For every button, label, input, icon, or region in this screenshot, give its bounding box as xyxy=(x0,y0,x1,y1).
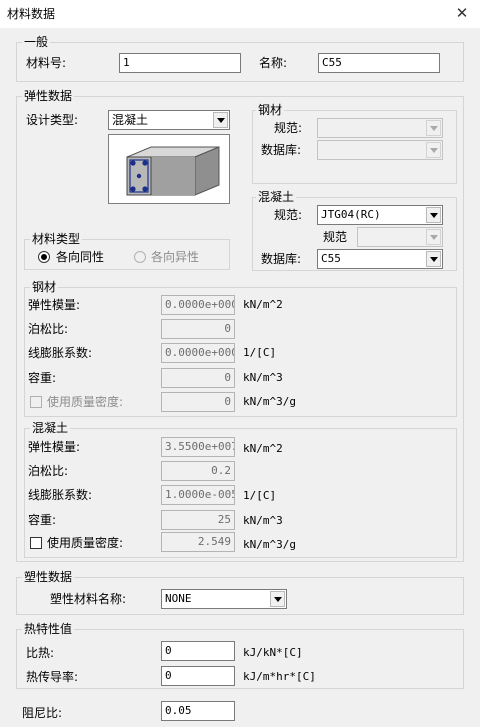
concrete-use-mass-density-label[interactable]: 使用质量密度: xyxy=(47,535,123,551)
general-group-title: 一般 xyxy=(22,35,51,49)
steel-elastic-modulus-unit: kN/m^2 xyxy=(243,298,283,311)
thermal-group xyxy=(16,629,464,689)
concrete-use-mass-density-checkbox[interactable] xyxy=(30,537,42,549)
concrete-expansion-label: 线膨胀系数: xyxy=(28,488,93,502)
damping-ratio-label: 阻尼比: xyxy=(22,706,63,720)
chevron-down-icon[interactable] xyxy=(426,251,441,267)
steel-weight-unit: kN/m^3 xyxy=(243,371,283,384)
plastic-group-title: 塑性数据 xyxy=(22,570,75,584)
material-no-input[interactable]: 1 xyxy=(119,53,241,73)
chevron-down-icon xyxy=(426,229,441,245)
steel-db-select xyxy=(317,140,443,160)
chevron-down-icon xyxy=(426,120,441,136)
steel-weight-label: 容重: xyxy=(28,371,57,385)
design-type-value: 混凝土 xyxy=(112,113,149,127)
steel-code-label: 规范: xyxy=(274,121,303,135)
material-type-group-title: 材料类型 xyxy=(30,232,83,246)
conductivity-input[interactable]: 0 xyxy=(161,666,235,686)
steel-expansion-unit: 1/[C] xyxy=(243,346,277,359)
damping-ratio-input[interactable]: 0.05 xyxy=(161,701,235,721)
steel-code-group-title: 钢材 xyxy=(256,103,285,117)
steel-expansion-input: 0.0000e+000 xyxy=(161,343,235,363)
steel-db-label: 数据库: xyxy=(261,143,302,157)
concrete-mass-density-input: 2.549 xyxy=(161,532,235,552)
isotropic-label[interactable]: 各向同性 xyxy=(56,249,104,265)
concrete-expansion-unit: 1/[C] xyxy=(243,489,277,502)
steel-mass-density-input: 0 xyxy=(161,392,235,412)
concrete-subcode-select xyxy=(357,227,443,247)
conductivity-label: 热传导率: xyxy=(26,670,79,684)
steel-code-select xyxy=(317,118,443,138)
plastic-material-name-label: 塑性材料名称: xyxy=(50,592,127,606)
steel-use-mass-density-checkbox xyxy=(30,396,42,408)
chevron-down-icon[interactable] xyxy=(213,112,228,128)
chevron-down-icon xyxy=(426,142,441,158)
specific-heat-label: 比热: xyxy=(26,646,55,660)
close-icon[interactable]: ✕ xyxy=(452,3,472,23)
section-preview-image xyxy=(108,134,230,204)
concrete-db-label: 数据库: xyxy=(261,252,302,266)
steel-use-mass-density-label: 使用质量密度: xyxy=(47,395,124,409)
plastic-material-value: NONE xyxy=(165,592,192,605)
name-input[interactable]: C55 xyxy=(318,53,440,73)
material-no-label: 材料号: xyxy=(26,56,67,70)
title-bar xyxy=(0,0,480,28)
concrete-db-select[interactable]: C55 xyxy=(317,249,443,269)
concrete-weight-input: 25 xyxy=(161,510,235,530)
conductivity-unit: kJ/m*hr*[C] xyxy=(243,670,316,683)
steel-elastic-modulus-label: 弹性模量: xyxy=(28,298,81,312)
steel-weight-input: 0 xyxy=(161,368,235,388)
concrete-code-group-title: 混凝土 xyxy=(256,190,297,204)
concrete-beam-icon xyxy=(126,146,220,196)
steel-expansion-label: 线膨胀系数: xyxy=(28,346,93,360)
chevron-down-icon[interactable] xyxy=(426,207,441,223)
concrete-poisson-input: 0.2 xyxy=(161,461,235,481)
anisotropic-radio xyxy=(134,251,146,263)
chevron-down-icon[interactable] xyxy=(270,591,285,607)
design-type-label: 设计类型: xyxy=(26,113,79,127)
plastic-material-select[interactable]: NONE xyxy=(161,589,287,609)
concrete-subcode-label: 规范 xyxy=(323,230,348,244)
concrete-code-label: 规范: xyxy=(274,208,303,222)
specific-heat-unit: kJ/kN*[C] xyxy=(243,646,303,659)
concrete-props-group-title: 混凝土 xyxy=(30,421,71,435)
concrete-elastic-modulus-label: 弹性模量: xyxy=(28,440,81,454)
steel-mass-density-unit: kN/m^3/g xyxy=(243,395,296,408)
concrete-code-select[interactable]: JTG04(RC) xyxy=(317,205,443,225)
isotropic-radio[interactable] xyxy=(38,251,50,263)
window-title: 材料数据 xyxy=(7,7,56,21)
concrete-elastic-modulus-input: 3.5500e+007 xyxy=(161,437,235,457)
steel-poisson-input: 0 xyxy=(161,319,235,339)
concrete-db-value: C55 xyxy=(321,252,341,265)
concrete-weight-label: 容重: xyxy=(28,513,57,527)
name-label: 名称: xyxy=(259,56,288,70)
design-type-select[interactable]: 混凝土 xyxy=(108,110,230,130)
steel-poisson-label: 泊松比: xyxy=(28,322,69,336)
anisotropic-label: 各向异性 xyxy=(151,250,200,264)
concrete-mass-density-unit: kN/m^3/g xyxy=(243,538,296,551)
concrete-elastic-modulus-unit: kN/m^2 xyxy=(243,442,283,455)
specific-heat-input[interactable]: 0 xyxy=(161,641,235,661)
steel-elastic-modulus-input: 0.0000e+000 xyxy=(161,295,235,315)
steel-props-group-title: 钢材 xyxy=(30,280,59,294)
concrete-poisson-label: 泊松比: xyxy=(28,464,69,478)
concrete-code-value: JTG04(RC) xyxy=(321,208,381,221)
concrete-expansion-input: 1.0000e-005 xyxy=(161,485,235,505)
elastic-group-title: 弹性数据 xyxy=(22,89,75,103)
concrete-weight-unit: kN/m^3 xyxy=(243,514,283,527)
thermal-group-title: 热特性值 xyxy=(22,622,75,636)
